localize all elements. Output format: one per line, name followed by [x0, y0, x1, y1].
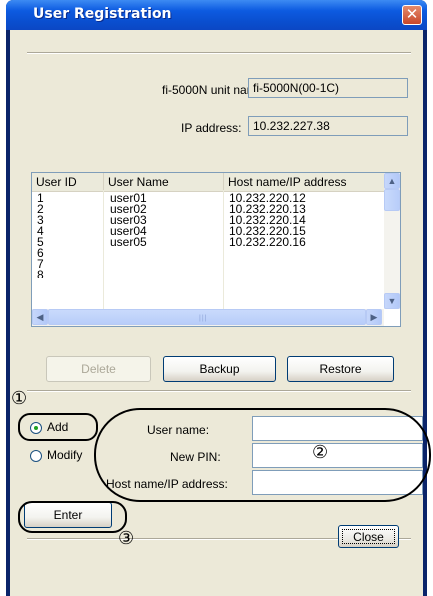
middle-divider — [27, 390, 411, 392]
vertical-scrollbar[interactable]: ▲ ▼ — [384, 173, 400, 309]
ip-address-label: IP address: — [181, 121, 242, 135]
step-2-marker: ② — [312, 442, 329, 463]
restore-button[interactable]: Restore — [287, 356, 394, 382]
horizontal-scroll-thumb[interactable]: ||| — [48, 309, 366, 325]
column-header-user-id[interactable]: User ID — [32, 173, 104, 190]
scroll-left-button[interactable]: ◀ — [32, 309, 48, 325]
ip-address-field: 10.232.227.38 — [248, 116, 408, 136]
modify-radio[interactable] — [30, 450, 42, 462]
table-row[interactable]: 5 user05 10.232.220.16 — [32, 235, 384, 249]
unit-name-field: fi-5000N(00-1C) — [248, 78, 408, 98]
close-button-label: Close — [353, 530, 384, 544]
user-list[interactable]: User ID User Name Host name/IP address 1… — [31, 172, 401, 327]
table-row[interactable]: 1 user01 10.232.220.12 — [32, 192, 384, 204]
enter-highlight — [18, 501, 127, 533]
host-cell: 10.232.220.16 — [229, 235, 306, 249]
list-header: User ID User Name Host name/IP address — [32, 173, 384, 192]
add-highlight — [18, 413, 98, 441]
table-row[interactable]: 4 user04 10.232.220.15 — [32, 225, 384, 237]
user-id-cell: 7 — [37, 257, 44, 271]
column-header-host[interactable]: Host name/IP address — [224, 173, 384, 190]
table-row[interactable]: 7 — [32, 257, 384, 271]
scroll-up-button[interactable]: ▲ — [384, 173, 400, 189]
close-icon: ✕ — [405, 5, 419, 23]
user-id-cell: 8 — [37, 270, 44, 278]
delete-button[interactable]: Delete — [46, 356, 151, 382]
close-button[interactable]: Close — [338, 525, 399, 548]
step-3-marker: ③ — [118, 528, 135, 549]
step-1-marker: ① — [11, 388, 28, 409]
grip-icon: ||| — [199, 315, 208, 322]
title-bar[interactable]: User Registration ✕ — [6, 0, 427, 30]
user-name-cell: user05 — [110, 235, 147, 249]
scroll-right-button[interactable]: ▶ — [366, 309, 382, 325]
table-row[interactable]: 8 — [32, 270, 384, 278]
window-title: User Registration — [33, 6, 172, 22]
form-highlight — [94, 408, 431, 502]
table-row[interactable]: 3 user03 10.232.220.14 — [32, 214, 384, 226]
modify-label[interactable]: Modify — [47, 448, 82, 462]
table-row[interactable]: 2 user02 10.232.220.13 — [32, 203, 384, 215]
title-close-button[interactable]: ✕ — [402, 5, 422, 25]
vertical-scroll-thumb[interactable] — [384, 189, 400, 211]
backup-button[interactable]: Backup — [163, 356, 276, 382]
table-row[interactable]: 6 — [32, 247, 384, 259]
horizontal-scrollbar[interactable]: ◀ ||| ▶ — [32, 309, 384, 326]
scroll-down-button[interactable]: ▼ — [384, 293, 400, 309]
top-divider — [27, 52, 411, 54]
column-header-user-name[interactable]: User Name — [104, 173, 224, 190]
